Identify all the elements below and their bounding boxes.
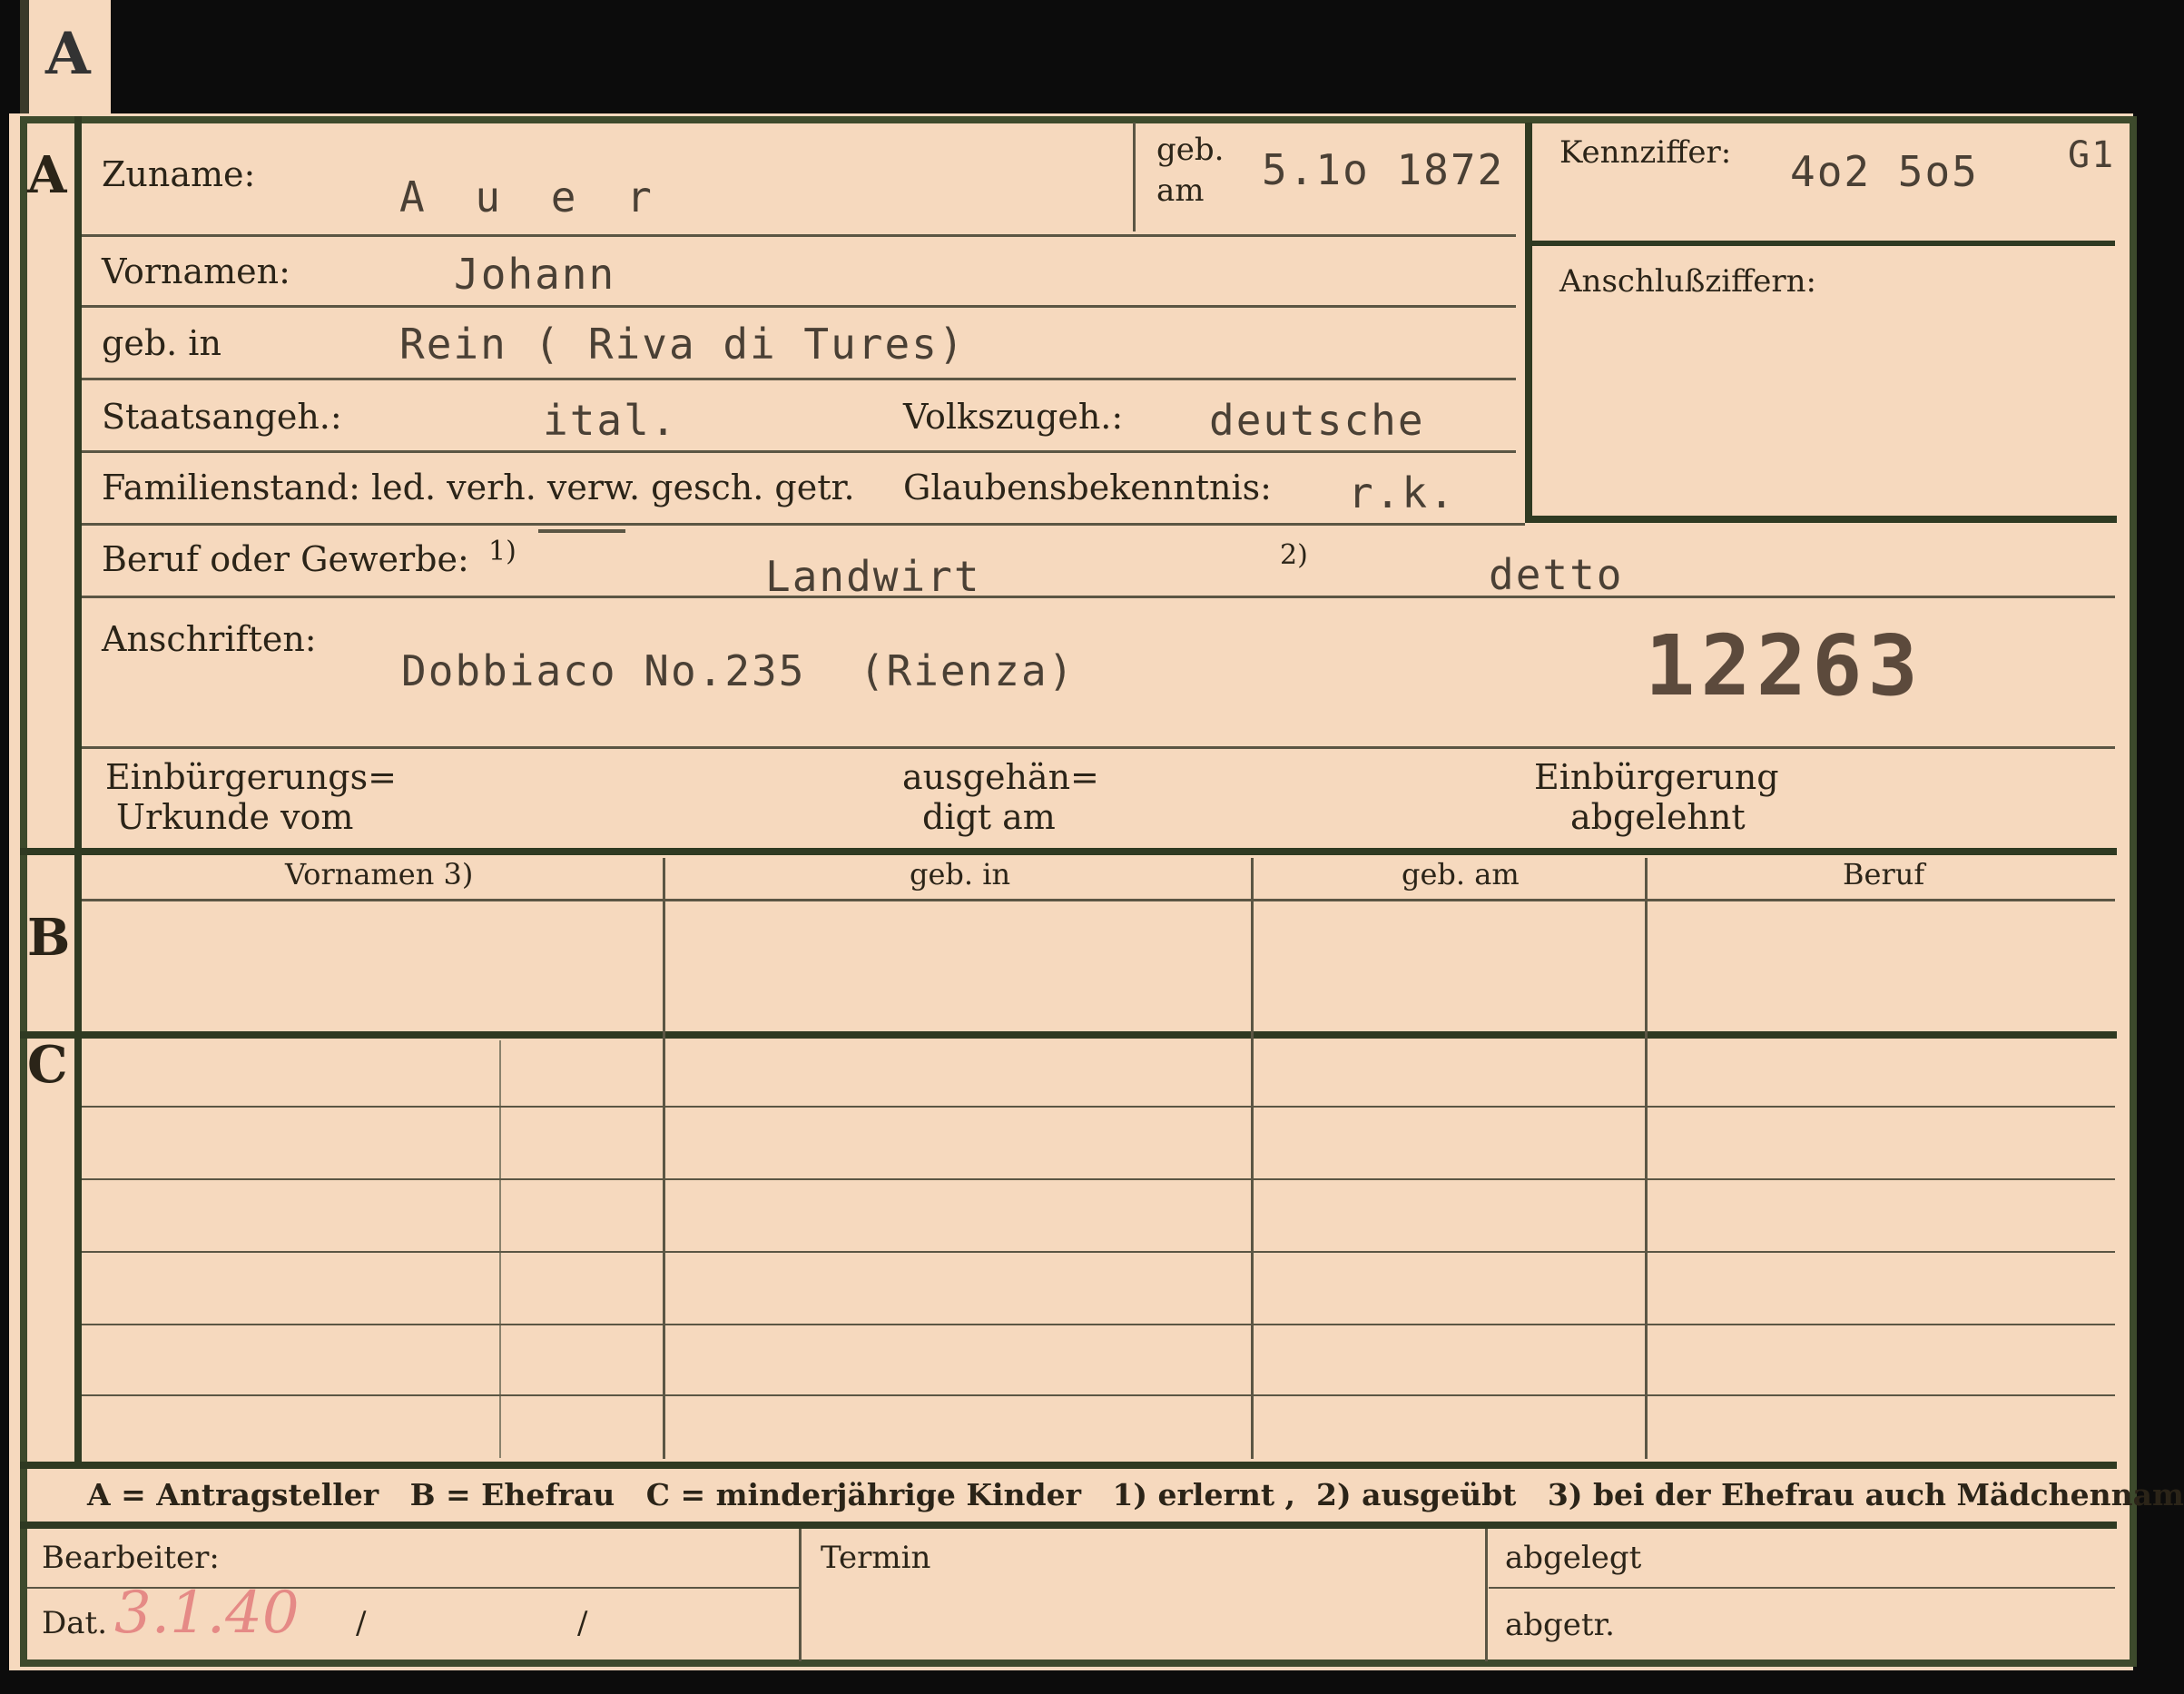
geb-in-label: geb. in bbox=[102, 323, 221, 363]
table-col-divider-3 bbox=[1645, 858, 1648, 1459]
col-header-vornamen: Vornamen 3) bbox=[285, 857, 474, 891]
col-header-geb-am: geb. am bbox=[1402, 857, 1520, 891]
einbuergerung-abgelehnt-label-1: Einbürgerung bbox=[1534, 757, 1779, 797]
zuname-value: A u e r bbox=[399, 172, 664, 222]
row-line-5 bbox=[82, 523, 1525, 526]
row-line-4 bbox=[82, 450, 1516, 453]
einbuergerungsurkunde-label-1: Einbürgerungs= bbox=[105, 757, 397, 797]
section-c-top-rule bbox=[20, 1031, 2117, 1039]
volkszugeh-label: Volkszugeh.: bbox=[903, 397, 1124, 437]
einbuergerung-abgelehnt-label-2: abgelehnt bbox=[1570, 797, 1746, 837]
beruf-note-1: 1) bbox=[488, 536, 516, 567]
familienstand-label: Familienstand: led. verh. verw. gesch. g… bbox=[102, 468, 855, 507]
beruf-value-2: detto bbox=[1489, 550, 1624, 599]
card-frame bbox=[20, 116, 2137, 1667]
dat-slash-1: / bbox=[356, 1605, 367, 1641]
dat-handwritten-value: 3.1.40 bbox=[114, 1580, 300, 1647]
termin-label: Termin bbox=[821, 1540, 931, 1576]
section-c-letter: C bbox=[27, 1035, 68, 1095]
beruf-value-1: Landwirt bbox=[765, 552, 981, 601]
einbuergerungsurkunde-label-2: Urkunde vom bbox=[116, 797, 354, 837]
vornamen-value: Johann bbox=[454, 250, 616, 299]
table-b-header-line bbox=[82, 899, 2115, 901]
geb-am-value: 5.1o 1872 bbox=[1262, 145, 1505, 194]
anschriften-value: Dobbiaco No.235 (Rienza) bbox=[401, 646, 1076, 695]
footer-row-line-right bbox=[1489, 1587, 2115, 1589]
kennziffer-suffix: G1 bbox=[2068, 134, 2116, 176]
glaubensbekenntnis-value: r.k. bbox=[1348, 468, 1456, 517]
section-b-letter: B bbox=[27, 908, 71, 968]
row-line-6 bbox=[82, 596, 2115, 598]
index-tab: A bbox=[20, 0, 111, 113]
familienstand-verh-underline bbox=[538, 529, 625, 533]
kennziffer-value: 4o2 5o5 bbox=[1790, 147, 1979, 196]
legend-bottom-rule bbox=[20, 1522, 2117, 1529]
table-c-row-line-4 bbox=[82, 1324, 2115, 1325]
table-col-divider-1 bbox=[663, 858, 665, 1459]
zuname-label: Zuname: bbox=[102, 154, 256, 194]
row-line-2 bbox=[82, 305, 1516, 308]
abgelegt-label: abgelegt bbox=[1505, 1540, 1642, 1576]
kennziffer-box-divider bbox=[1532, 241, 2115, 246]
section-a-letter: A bbox=[27, 145, 67, 205]
staatsangeh-label: Staatsangeh.: bbox=[102, 397, 342, 437]
staatsangeh-value: ital. bbox=[543, 396, 678, 445]
beruf-note-2: 2) bbox=[1280, 539, 1308, 571]
dat-slash-2: / bbox=[577, 1605, 588, 1641]
kennziffer-box-left bbox=[1525, 123, 1532, 522]
top-dark-band bbox=[0, 0, 2184, 113]
stamp-number: 12263 bbox=[1645, 617, 1923, 714]
geb-am-label-1: geb. bbox=[1156, 132, 1225, 168]
tab-letter: A bbox=[45, 20, 91, 88]
geb-am-divider bbox=[1133, 123, 1136, 231]
row-line-7 bbox=[82, 746, 2115, 749]
row-line-3 bbox=[82, 378, 1516, 380]
col-header-geb-in: geb. in bbox=[910, 857, 1011, 891]
vornamen-label: Vornamen: bbox=[102, 251, 290, 291]
geb-am-label-2: am bbox=[1156, 172, 1205, 209]
anschriften-label: Anschriften: bbox=[102, 619, 317, 659]
footer-divider-2 bbox=[1485, 1529, 1488, 1661]
abgetr-label: abgetr. bbox=[1505, 1607, 1615, 1643]
ausgehaendigt-label-1: ausgehän= bbox=[902, 757, 1099, 797]
geb-in-value: Rein ( Riva di Tures) bbox=[399, 320, 966, 369]
volkszugeh-value: deutsche bbox=[1209, 396, 1425, 445]
table-c-row-line-3 bbox=[82, 1251, 2115, 1253]
col-header-beruf: Beruf bbox=[1843, 857, 1925, 891]
dat-label: Dat. bbox=[42, 1605, 108, 1641]
kennziffer-label: Kennziffer: bbox=[1559, 134, 1732, 171]
section-column-divider bbox=[74, 116, 82, 1467]
beruf-label: Beruf oder Gewerbe: bbox=[102, 539, 469, 579]
anschlussziffern-label: Anschlußziffern: bbox=[1559, 263, 1816, 300]
row-line-1 bbox=[82, 234, 1516, 237]
glaubensbekenntnis-label: Glaubensbekenntnis: bbox=[903, 468, 1272, 507]
legend-text: A = Antragsteller B = Ehefrau C = minder… bbox=[87, 1477, 2184, 1512]
table-col-divider-2 bbox=[1251, 858, 1254, 1459]
table-c-row-line-5 bbox=[82, 1394, 2115, 1396]
bearbeiter-label: Bearbeiter: bbox=[42, 1540, 220, 1576]
footer-divider-1 bbox=[799, 1529, 802, 1661]
section-b-top-rule bbox=[20, 848, 2117, 855]
kennziffer-box-bottom bbox=[1525, 516, 2117, 523]
table-c-row-line-1 bbox=[82, 1106, 2115, 1108]
table-c-row-line-2 bbox=[82, 1178, 2115, 1180]
ausgehaendigt-label-2: digt am bbox=[922, 797, 1056, 837]
legend-top-rule bbox=[20, 1462, 2117, 1469]
